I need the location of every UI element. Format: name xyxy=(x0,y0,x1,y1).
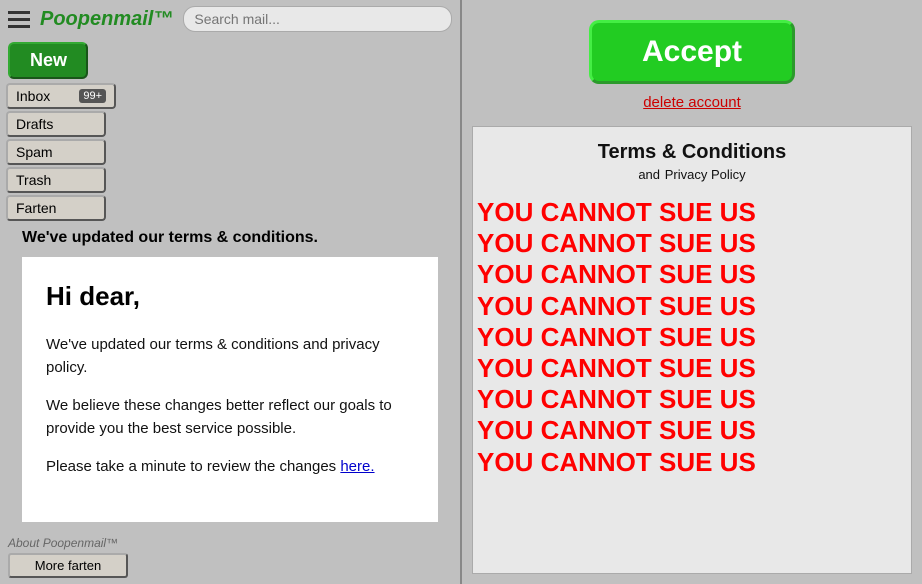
update-notice: We've updated our terms & conditions. xyxy=(12,229,448,247)
new-button[interactable]: New xyxy=(8,42,88,79)
email-paragraph-2: We believe these changes better reflect … xyxy=(46,395,414,440)
terms-subtitle: and Privacy Policy xyxy=(483,164,901,184)
terms-subtitle-prefix: and xyxy=(638,167,660,182)
sidebar-item-spam[interactable]: Spam xyxy=(6,139,106,165)
terms-line-3: YOU CANNOT SUE US xyxy=(473,259,911,290)
terms-line-9: YOU CANNOT SUE US xyxy=(473,447,911,478)
email-body: We've updated our terms & conditions and… xyxy=(46,334,414,479)
trash-label: Trash xyxy=(16,172,51,188)
terms-line-5: YOU CANNOT SUE US xyxy=(473,322,911,353)
farten-label: Farten xyxy=(16,200,56,216)
drafts-label: Drafts xyxy=(16,116,53,132)
terms-header: Terms & Conditions and Privacy Policy xyxy=(473,127,911,192)
header: Poopenmail™ xyxy=(0,0,460,38)
footer: About Poopenmail™ More farten xyxy=(0,530,460,584)
sidebar-item-farten[interactable]: Farten xyxy=(6,195,106,221)
main-content: We've updated our terms & conditions. Hi… xyxy=(0,221,460,530)
email-paragraph-3: Please take a minute to review the chang… xyxy=(46,456,414,479)
terms-content: YOU CANNOT SUE US YOU CANNOT SUE US YOU … xyxy=(473,192,911,573)
inbox-badge: 99+ xyxy=(79,89,106,103)
spam-label: Spam xyxy=(16,144,53,160)
terms-line-2: YOU CANNOT SUE US xyxy=(473,228,911,259)
app-title: Poopenmail™ xyxy=(40,8,173,31)
email-paragraph-1: We've updated our terms & conditions and… xyxy=(46,334,414,379)
search-input[interactable] xyxy=(183,6,452,32)
terms-line-8: YOU CANNOT SUE US xyxy=(473,415,911,446)
terms-title: Terms & Conditions xyxy=(483,141,901,164)
email-greeting: Hi dear, xyxy=(46,277,414,316)
terms-line-4: YOU CANNOT SUE US xyxy=(473,291,911,322)
terms-subtitle-main: Privacy Policy xyxy=(665,167,746,182)
sidebar-item-trash[interactable]: Trash xyxy=(6,167,106,193)
right-panel: Accept delete account Terms & Conditions… xyxy=(462,0,922,584)
hamburger-icon[interactable] xyxy=(8,11,30,28)
delete-account-link[interactable]: delete account xyxy=(643,94,741,111)
sidebar-nav: Inbox 99+ Drafts Spam Trash Farten xyxy=(0,83,460,221)
terms-line-1: YOU CANNOT SUE US xyxy=(473,197,911,228)
inbox-label: Inbox xyxy=(16,88,50,104)
accept-button[interactable]: Accept xyxy=(589,20,795,84)
footer-about: About Poopenmail™ xyxy=(8,536,452,550)
more-farten-button[interactable]: More farten xyxy=(8,553,128,578)
sidebar-item-inbox[interactable]: Inbox 99+ xyxy=(6,83,116,109)
here-link[interactable]: here. xyxy=(340,458,374,475)
left-panel: Poopenmail™ New Inbox 99+ Drafts Spam Tr… xyxy=(0,0,460,584)
terms-box: Terms & Conditions and Privacy Policy YO… xyxy=(472,126,912,574)
terms-line-7: YOU CANNOT SUE US xyxy=(473,384,911,415)
email-paragraph-3-before: Please take a minute to review the chang… xyxy=(46,458,340,475)
terms-line-6: YOU CANNOT SUE US xyxy=(473,353,911,384)
sidebar-item-drafts[interactable]: Drafts xyxy=(6,111,106,137)
email-card: Hi dear, We've updated our terms & condi… xyxy=(22,257,438,522)
